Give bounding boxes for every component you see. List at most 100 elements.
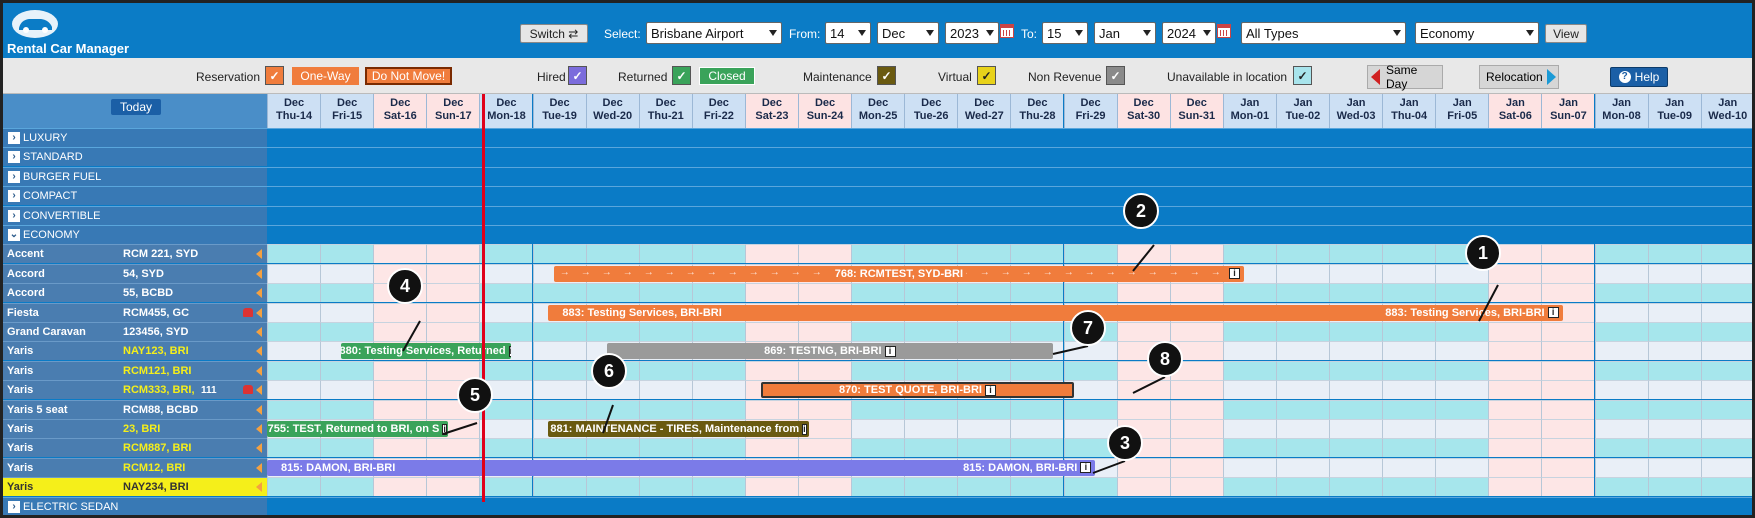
grid-cell[interactable] [373,438,427,458]
category-label[interactable]: › BURGER FUEL [3,167,267,186]
grid-cell[interactable] [1116,380,1170,400]
grid-cell[interactable] [744,283,798,303]
date-header[interactable]: Dec Tue-19 [532,94,586,128]
grid-cell[interactable] [1275,419,1329,438]
grid-cell[interactable] [1435,477,1489,497]
grid-cell[interactable] [1594,341,1648,361]
date-header[interactable]: Dec Thu-14 [267,94,321,128]
grid-cell[interactable] [691,477,745,497]
date-header[interactable]: Dec Sun-31 [1169,94,1223,128]
grid-cell[interactable] [1010,322,1064,341]
grid-cell[interactable] [1116,244,1170,264]
date-header[interactable]: Jan Tue-09 [1647,94,1701,128]
grid-cell[interactable] [373,322,427,341]
grid-cell[interactable] [1169,399,1223,419]
grid-cell[interactable] [1063,399,1117,419]
arrow-left-icon[interactable] [256,424,262,434]
expand-icon[interactable]: › [8,132,20,144]
grid-cell[interactable] [1169,419,1223,438]
grid-cell[interactable] [1329,322,1383,341]
grid-cell[interactable] [1700,322,1752,341]
booking-bar[interactable]: 881: MAINTENANCE - TIRES, Maintenance fr… [548,421,809,437]
grid-cell[interactable] [1329,341,1383,361]
date-header[interactable]: Dec Sun-24 [798,94,852,128]
relocation-button[interactable]: Relocation [1479,65,1559,89]
grid-cell[interactable] [638,380,692,400]
grid-cell[interactable] [426,322,480,341]
grid-cell[interactable] [957,283,1011,303]
grid-cell[interactable] [1382,399,1436,419]
grid-cell[interactable] [1222,477,1276,497]
to-day-select[interactable]: 15 [1042,22,1088,44]
grid-cell[interactable] [1541,399,1595,419]
grid-cell[interactable] [1488,263,1542,283]
vehicle-row[interactable]: Fiesta RCM455, GC [3,302,267,322]
grid-cell[interactable] [691,283,745,303]
grid-cell[interactable] [1222,419,1276,438]
expand-icon[interactable]: › [8,151,20,164]
grid-cell[interactable] [267,263,321,283]
grid-cell[interactable] [1594,380,1648,400]
from-calendar-icon[interactable] [1000,24,1014,38]
vehicle-row[interactable]: Yaris RCM12, BRI [3,457,267,477]
grid-cell[interactable] [267,341,321,361]
grid-cell[interactable] [1435,283,1489,303]
grid-cell[interactable] [1700,438,1752,458]
grid-cell[interactable] [532,322,586,341]
grid-cell[interactable] [1222,380,1276,400]
grid-cell[interactable] [1275,263,1329,283]
grid-cell[interactable] [744,244,798,264]
grid-cell[interactable] [957,322,1011,341]
grid-cell[interactable] [1700,263,1752,283]
grid-cell[interactable] [532,244,586,264]
category-label[interactable]: › COMPACT [3,187,267,206]
today-button[interactable]: Today [111,99,161,115]
grid-cell[interactable] [957,360,1011,380]
booking-bar[interactable]: 815: DAMON, BRI-BRI 815: DAMON, BRI-BRI i [267,459,1096,476]
grid-cell[interactable] [851,322,905,341]
vehicle-row[interactable]: Grand Caravan 123456, SYD [3,322,267,341]
grid-cell[interactable] [1594,302,1648,322]
grid-cell[interactable] [267,380,321,400]
grid-cell[interactable] [851,477,905,497]
grid-cell[interactable] [426,244,480,264]
grid-cell[interactable] [1541,263,1595,283]
date-header[interactable]: Jan Sat-06 [1488,94,1542,128]
booking-bar[interactable]: 870: TEST QUOTE, BRI-BRI i [760,382,1075,399]
grid-cell[interactable] [426,283,480,303]
grid-cell[interactable] [1116,477,1170,497]
grid-cell[interactable] [1647,419,1701,438]
grid-cell[interactable] [638,477,692,497]
info-icon[interactable]: i [442,423,447,435]
arrow-left-icon[interactable] [256,365,262,376]
grid-cell[interactable] [691,399,745,419]
vehicle-row[interactable]: Yaris RCM333, BRI, 111 [3,380,267,400]
grid-cell[interactable] [744,322,798,341]
category-row[interactable]: › STANDARD [3,147,1752,167]
grid-cell[interactable] [1435,360,1489,380]
grid-cell[interactable] [744,360,798,380]
date-header[interactable]: Jan Thu-04 [1382,94,1436,128]
grid-cell[interactable] [1435,457,1489,477]
grid-cell[interactable] [532,477,586,497]
arrow-left-icon[interactable] [256,288,262,299]
grid-cell[interactable] [1435,380,1489,400]
grid-cell[interactable] [851,244,905,264]
grid-cell[interactable] [267,360,321,380]
grid-cell[interactable] [532,399,586,419]
reservation-checkbox[interactable]: ✓ [265,66,284,85]
date-header[interactable]: Dec Fri-22 [691,94,745,128]
grid-cell[interactable] [1647,244,1701,264]
grid-cell[interactable] [1488,477,1542,497]
grid-cell[interactable] [1594,360,1648,380]
grid-cell[interactable] [1541,457,1595,477]
arrow-left-icon[interactable] [256,385,262,396]
grid-cell[interactable] [1275,380,1329,400]
grid-cell[interactable] [1488,438,1542,458]
grid-cell[interactable] [957,438,1011,458]
grid-cell[interactable] [479,244,533,264]
grid-cell[interactable] [267,283,321,303]
grid-cell[interactable] [1382,360,1436,380]
grid-cell[interactable] [1010,283,1064,303]
grid-cell[interactable] [1222,322,1276,341]
